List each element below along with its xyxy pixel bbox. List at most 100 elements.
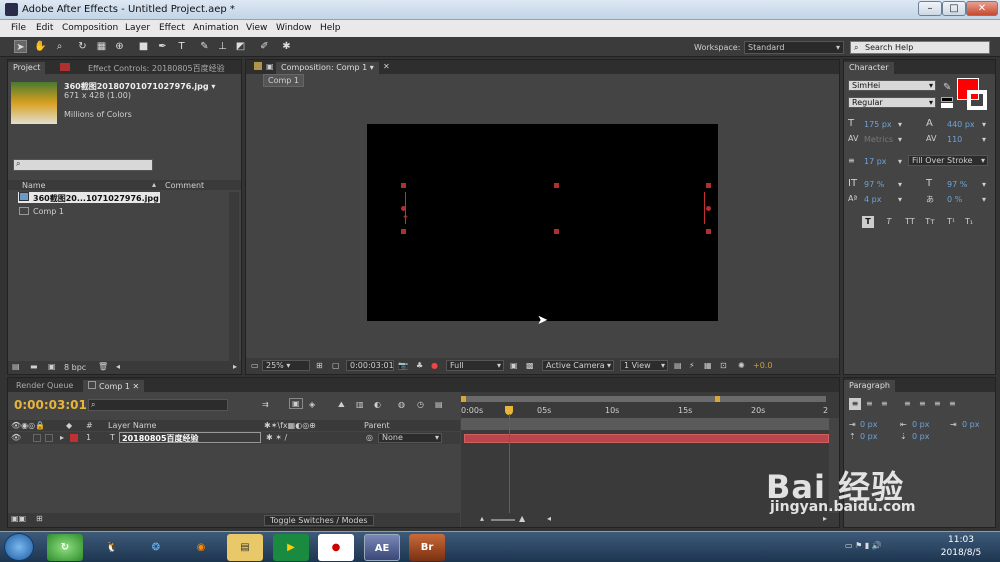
- toggle-switches-modes-button[interactable]: Toggle Switches / Modes: [264, 515, 374, 526]
- flowchart-icon[interactable]: ⊡: [720, 361, 727, 370]
- comp-subtab[interactable]: Comp 1: [263, 74, 304, 87]
- label-color[interactable]: [70, 434, 78, 442]
- close-button[interactable]: ✕: [966, 1, 998, 16]
- stroke-color-swatch[interactable]: [967, 90, 987, 110]
- roto-brush-tool-icon[interactable]: ✐: [258, 40, 271, 53]
- black-swatch[interactable]: [941, 97, 953, 102]
- taskbar-media-icon[interactable]: ❂: [138, 534, 174, 561]
- superscript-button[interactable]: T¹: [944, 216, 958, 228]
- chevron-down-icon[interactable]: ▾: [982, 120, 986, 129]
- region-of-interest-icon[interactable]: ▣: [510, 361, 518, 370]
- clock-date[interactable]: 2018/8/5: [937, 548, 985, 558]
- stroke-mode-select[interactable]: Fill Over Stroke ▾: [908, 155, 988, 166]
- eraser-tool-icon[interactable]: ◩: [234, 40, 247, 53]
- work-area-end[interactable]: [715, 396, 720, 402]
- eyedropper-icon[interactable]: ✎: [943, 82, 951, 93]
- visibility-icon[interactable]: 👁: [11, 433, 21, 442]
- project-item-comp[interactable]: Comp 1: [18, 206, 160, 217]
- hide-shy-icon[interactable]: ⛰: [338, 400, 345, 410]
- chevron-down-icon[interactable]: ▾: [982, 180, 986, 189]
- horizontal-scale-value[interactable]: 97 %: [947, 180, 967, 189]
- scroll-right-icon[interactable]: ▸: [823, 514, 827, 523]
- selection-tool-icon[interactable]: ➤: [14, 40, 27, 53]
- menu-help[interactable]: Help: [320, 23, 341, 33]
- clock-time[interactable]: 11:03: [937, 535, 985, 545]
- trash-icon[interactable]: 🗑: [98, 362, 108, 371]
- new-folder-icon[interactable]: ▬: [30, 362, 38, 371]
- font-size-value[interactable]: 175 px: [864, 120, 892, 129]
- vertical-scale-value[interactable]: 97 %: [864, 180, 884, 189]
- work-area-bar[interactable]: [461, 396, 826, 402]
- text-handle-br[interactable]: [706, 229, 711, 234]
- baseline-shift-value[interactable]: 4 px: [864, 195, 881, 204]
- taskbar-after-effects[interactable]: AE: [364, 534, 400, 561]
- close-tab-icon[interactable]: ✕: [133, 382, 140, 391]
- channel-icon[interactable]: ●: [431, 361, 438, 370]
- tab-project[interactable]: Project: [8, 62, 46, 74]
- justify-center-icon[interactable]: ≡: [919, 399, 926, 408]
- text-handle-bl[interactable]: [401, 229, 406, 234]
- align-left-button[interactable]: ≡: [849, 398, 861, 410]
- white-swatch[interactable]: [941, 103, 953, 108]
- text-handle-mr[interactable]: [706, 206, 711, 211]
- tab-comp[interactable]: Comp 1 ✕: [83, 380, 145, 392]
- toggle-pixel-aspect-icon[interactable]: ▤: [674, 361, 682, 370]
- comp-timecode[interactable]: 0:00:03:01: [346, 360, 394, 371]
- menu-window[interactable]: Window: [276, 23, 312, 33]
- justify-all-icon[interactable]: ≡: [949, 399, 956, 408]
- view-layout-select[interactable]: 1 View ▾: [620, 360, 668, 371]
- taskbar-firefox-icon[interactable]: ◉: [183, 534, 219, 561]
- scroll-left-icon[interactable]: ◂: [547, 514, 551, 523]
- chevron-down-icon[interactable]: ▾: [982, 135, 986, 144]
- clone-stamp-tool-icon[interactable]: ⊥: [216, 40, 229, 53]
- taskbar-bridge[interactable]: Br: [409, 534, 445, 561]
- camera-select[interactable]: Active Camera ▾: [542, 360, 614, 371]
- auto-keyframe-icon[interactable]: ◷: [417, 400, 424, 409]
- timeline-timecode[interactable]: 0:00:03:01: [14, 398, 87, 412]
- layer-duration-bar[interactable]: [464, 434, 829, 443]
- chevron-down-icon[interactable]: ▾: [982, 195, 986, 204]
- taskbar-qq-icon[interactable]: 🐧: [94, 534, 130, 561]
- menu-edit[interactable]: Edit: [36, 23, 53, 33]
- solo-toggle[interactable]: [45, 434, 53, 442]
- menu-animation[interactable]: Animation: [193, 23, 239, 33]
- faux-italic-button[interactable]: T: [882, 216, 896, 228]
- indent-right-value[interactable]: 0 px: [912, 420, 929, 429]
- close-tab-icon[interactable]: ✕: [383, 62, 390, 71]
- comp-mini-flowchart-icon[interactable]: ⇉: [262, 400, 269, 409]
- justify-left-icon[interactable]: ≡: [904, 399, 911, 408]
- chevron-down-icon[interactable]: ▾: [898, 135, 902, 144]
- project-item-footage[interactable]: 360截图20...1071027976.jpg: [18, 192, 160, 203]
- layer-name[interactable]: 20180805百度经验: [119, 432, 261, 443]
- work-area-start[interactable]: [461, 396, 466, 402]
- zoom-out-icon[interactable]: ▴: [480, 514, 484, 523]
- menu-effect[interactable]: Effect: [159, 23, 185, 33]
- anchor-point-icon[interactable]: ⌖: [403, 214, 408, 223]
- comp-viewer[interactable]: ⌖: [367, 124, 718, 321]
- text-handle-tm[interactable]: [554, 183, 559, 188]
- modes-pane-icon[interactable]: ⊞: [36, 514, 43, 523]
- text-handle-tr[interactable]: [706, 183, 711, 188]
- tab-character[interactable]: Character: [844, 62, 894, 74]
- show-snapshot-icon[interactable]: ♣: [416, 361, 423, 370]
- menu-layer[interactable]: Layer: [125, 23, 150, 33]
- start-button[interactable]: [4, 533, 34, 561]
- text-handle-bm[interactable]: [554, 229, 559, 234]
- graph-editor-icon[interactable]: ▤: [435, 400, 443, 409]
- bpc-label[interactable]: 8 bpc: [64, 363, 86, 372]
- maximize-button[interactable]: □: [942, 1, 966, 16]
- workspace-select[interactable]: Standard ▾: [744, 41, 844, 54]
- frame-blending-icon[interactable]: ▥: [356, 400, 364, 409]
- scroll-right-icon[interactable]: ▸: [233, 362, 237, 371]
- zoom-select[interactable]: 25% ▾: [262, 360, 310, 371]
- pen-tool-icon[interactable]: ✒: [156, 40, 169, 53]
- taskbar-explorer-icon[interactable]: ▤: [227, 534, 263, 561]
- menu-composition[interactable]: Composition: [62, 23, 118, 33]
- scroll-left-icon[interactable]: ◂: [116, 362, 120, 371]
- tab-render-queue[interactable]: Render Queue: [11, 380, 78, 392]
- audio-toggle[interactable]: [33, 434, 41, 442]
- indent-left-value[interactable]: 0 px: [860, 420, 877, 429]
- minimize-button[interactable]: –: [918, 1, 942, 16]
- taskbar-app-icon[interactable]: ▶: [273, 534, 309, 561]
- exposure-icon[interactable]: ✺: [738, 361, 745, 370]
